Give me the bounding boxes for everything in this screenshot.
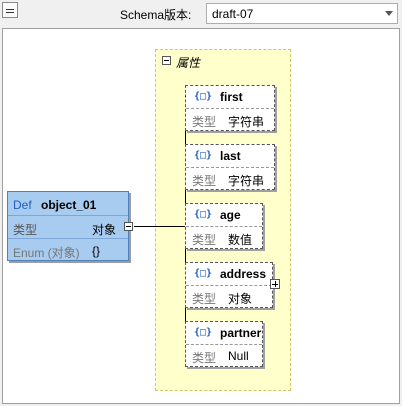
property-name: partner bbox=[220, 326, 262, 340]
definition-type-label: 类型 bbox=[13, 223, 38, 237]
property-type-value: 数值 bbox=[228, 233, 253, 247]
definition-enum-value: {} bbox=[92, 244, 101, 258]
property-type-value: Null bbox=[228, 349, 249, 363]
definition-name: object_01 bbox=[41, 198, 97, 212]
property-name: first bbox=[220, 90, 243, 104]
property-type-label: 类型 bbox=[192, 351, 217, 365]
connector-line bbox=[185, 96, 186, 97]
schema-version-label: Schema版本: bbox=[120, 8, 192, 22]
properties-group-title: 属性 bbox=[176, 56, 201, 70]
divider bbox=[8, 215, 128, 216]
property-node-age[interactable]: {□} age 类型 数值 bbox=[185, 203, 263, 249]
connector-line bbox=[134, 226, 185, 227]
toolbar: Schema版本: draft-07 bbox=[0, 0, 402, 26]
object-icon: {□} bbox=[194, 209, 213, 220]
object-icon: {□} bbox=[194, 150, 213, 161]
object-icon: {□} bbox=[194, 91, 213, 102]
property-node-first[interactable]: {□} first 类型 字符串 bbox=[185, 85, 275, 131]
divider bbox=[186, 226, 262, 227]
property-type-value: 对象 bbox=[228, 292, 253, 306]
chevron-down-icon bbox=[385, 11, 393, 16]
divider bbox=[186, 167, 274, 168]
schema-version-value: draft-07 bbox=[212, 7, 254, 21]
expand-icon[interactable] bbox=[270, 279, 280, 289]
property-node-address[interactable]: {□} address 类型 对象 bbox=[185, 262, 273, 308]
property-type-value: 字符串 bbox=[228, 115, 265, 129]
definition-keyword: Def bbox=[13, 198, 32, 212]
object-icon: {□} bbox=[194, 268, 213, 279]
definition-node[interactable]: Def object_01 类型 对象 Enum (对象) {} bbox=[7, 191, 129, 261]
property-type-label: 类型 bbox=[192, 292, 217, 306]
property-type-label: 类型 bbox=[192, 174, 217, 188]
object-icon: {□} bbox=[194, 327, 213, 338]
property-name: age bbox=[220, 208, 241, 222]
property-node-last[interactable]: {□} last 类型 字符串 bbox=[185, 144, 275, 190]
collapse-icon[interactable] bbox=[124, 222, 133, 231]
definition-type-value: 对象 bbox=[92, 223, 117, 237]
schema-version-select[interactable]: draft-07 bbox=[206, 3, 398, 24]
collapse-icon[interactable] bbox=[162, 56, 171, 65]
divider bbox=[186, 344, 262, 345]
property-type-label: 类型 bbox=[192, 115, 217, 129]
collapse-all-icon[interactable] bbox=[2, 2, 18, 18]
definition-enum-label: Enum (对象) bbox=[13, 246, 80, 260]
property-node-partner[interactable]: {□} partner 类型 Null bbox=[185, 321, 263, 367]
property-name: last bbox=[220, 149, 241, 163]
property-type-value: 字符串 bbox=[228, 174, 265, 188]
divider bbox=[186, 108, 274, 109]
property-type-label: 类型 bbox=[192, 233, 217, 247]
schema-canvas[interactable]: 属性 Def object_01 类型 对象 Enum (对象) {} {□} … bbox=[2, 28, 400, 404]
property-name: address bbox=[220, 267, 267, 281]
divider bbox=[186, 285, 272, 286]
divider bbox=[8, 238, 128, 239]
